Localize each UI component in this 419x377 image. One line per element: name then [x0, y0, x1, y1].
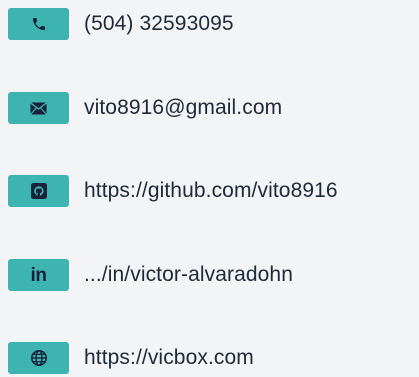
linkedin-icon: in — [30, 264, 47, 286]
linkedin-badge: in — [8, 259, 69, 291]
github-badge — [8, 175, 69, 207]
envelope-icon — [30, 101, 47, 115]
github-link[interactable]: https://github.com/vito8916 — [84, 179, 338, 202]
phone-icon — [32, 18, 45, 30]
contact-item-phone: (504) 32593095 — [8, 8, 234, 40]
website-link[interactable]: https://vicbox.com — [84, 346, 254, 369]
phone-badge — [8, 8, 69, 40]
contact-list: (504) 32593095 vito8916@gmail.com https:… — [0, 0, 419, 377]
contact-item-website: https://vicbox.com — [8, 342, 254, 374]
website-badge — [8, 342, 69, 374]
linkedin-link[interactable]: .../in/victor-alvaradohn — [84, 263, 293, 286]
contact-item-email: vito8916@gmail.com — [8, 92, 282, 124]
phone-number-link[interactable]: (504) 32593095 — [84, 12, 234, 35]
email-link[interactable]: vito8916@gmail.com — [84, 96, 282, 119]
contact-item-linkedin: in .../in/victor-alvaradohn — [8, 259, 293, 291]
globe-icon — [30, 350, 47, 366]
email-badge — [8, 92, 69, 124]
contact-item-github: https://github.com/vito8916 — [8, 175, 338, 207]
github-icon — [30, 183, 47, 199]
